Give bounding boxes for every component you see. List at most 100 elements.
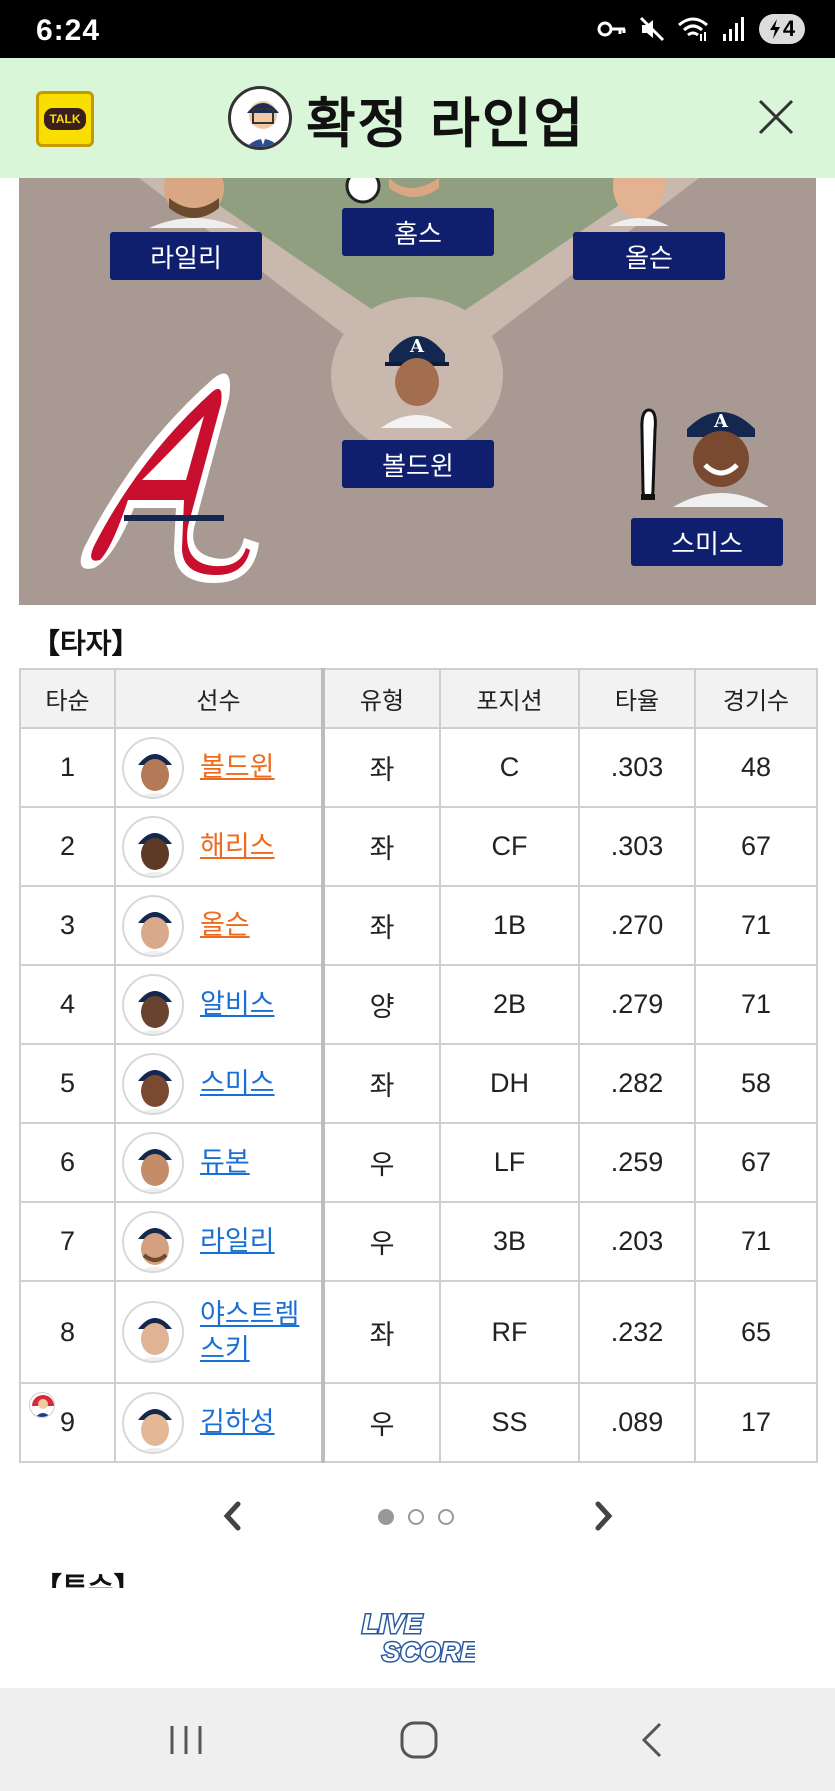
batting-order: 2: [19, 806, 116, 887]
table-header-row: 타순 선수 유형 포지션 타율 경기수: [19, 668, 818, 729]
player-name-link[interactable]: 해리스: [200, 829, 275, 864]
col-header-avg: 타율: [578, 668, 696, 729]
table-row: 3 올슨 좌 1B .270 71: [19, 885, 818, 966]
batting-order: 9: [59, 1407, 76, 1437]
position: CF: [439, 806, 580, 887]
player-thumbnail[interactable]: [122, 815, 184, 878]
live-score-line2: SCORE: [382, 1637, 475, 1664]
batting-order: 8: [19, 1280, 116, 1384]
player-photo-first-base: [609, 178, 669, 226]
table-row: 6 듀본 우 LF .259 67: [19, 1122, 818, 1203]
table-row: 4 알비스 양 2B .279 71: [19, 964, 818, 1045]
battery-charging-icon: 4: [759, 14, 805, 44]
batter-type: 우: [322, 1122, 441, 1203]
batting-order: 7: [19, 1201, 116, 1282]
batters-section-title: 【타자】: [32, 627, 140, 660]
player-photo-dh: A: [673, 411, 769, 507]
col-header-games: 경기수: [694, 668, 818, 729]
page-indicator: [378, 1509, 454, 1525]
col-header-order: 타순: [19, 668, 116, 729]
page-dot-2[interactable]: [408, 1509, 424, 1525]
batting-order: 5: [19, 1043, 116, 1124]
col-header-position: 포지션: [439, 668, 580, 729]
player-name-link[interactable]: 볼드윈: [200, 750, 275, 785]
close-icon[interactable]: [757, 98, 795, 136]
player-cell: 볼드윈: [114, 727, 325, 808]
status-icons: 4: [597, 12, 805, 46]
previous-page-chevron-icon[interactable]: [218, 1496, 248, 1536]
player-thumbnail[interactable]: [122, 973, 184, 1036]
recent-apps-icon[interactable]: [164, 1720, 208, 1760]
player-name-link[interactable]: 알비스: [200, 987, 275, 1022]
field-name-first-base: 올슨: [573, 232, 725, 280]
next-page-chevron-icon[interactable]: [588, 1496, 618, 1536]
pitchers-section-title: 【투수】: [34, 1571, 142, 1588]
table-row: 9 김하성 우 SS .089 17: [19, 1382, 818, 1463]
batting-order: 1: [19, 727, 116, 808]
player-name-link[interactable]: 야스트렘 스키: [200, 1297, 299, 1367]
player-name-link[interactable]: 스미스: [200, 1066, 275, 1101]
home-icon[interactable]: [397, 1720, 441, 1760]
player-thumbnail[interactable]: [122, 1210, 184, 1273]
player-photo-catcher: A: [381, 336, 453, 428]
batting-lineup-table: 타순 선수 유형 포지션 타율 경기수 1 볼드윈 좌 C .303 48 2 …: [19, 668, 818, 1463]
field-name-catcher: 볼드윈: [342, 440, 494, 488]
batting-average: .279: [578, 964, 696, 1045]
player-name-link[interactable]: 올슨: [200, 908, 250, 943]
batting-average: .270: [578, 885, 696, 966]
player-thumbnail[interactable]: [122, 1052, 184, 1115]
lineup-field-graphic: 라일리 홈스 올슨 A 볼드윈 A 스미스: [19, 178, 816, 605]
kakao-talk-button[interactable]: TALK: [36, 91, 94, 147]
status-bar: 6:24 4: [0, 0, 835, 58]
player-cell: 듀본: [114, 1122, 325, 1203]
batter-type: 우: [322, 1382, 441, 1463]
position: C: [439, 727, 580, 808]
player-cell: 해리스: [114, 806, 325, 887]
position: DH: [439, 1043, 580, 1124]
field-name-dh: 스미스: [631, 518, 783, 566]
page-dot-1[interactable]: [378, 1509, 394, 1525]
player-name-link[interactable]: 라일리: [200, 1224, 275, 1259]
field-name-third-base: 라일리: [110, 232, 262, 280]
system-navigation-bar: [0, 1688, 835, 1791]
table-row: 5 스미스 좌 DH .282 58: [19, 1043, 818, 1124]
player-thumbnail[interactable]: [122, 1131, 184, 1194]
player-name-line2: 스키: [200, 1334, 250, 1365]
page-title: 확정 라인업: [306, 91, 586, 155]
player-thumbnail[interactable]: [122, 894, 184, 957]
mute-icon: [639, 16, 665, 42]
player-cell: 김하성: [114, 1382, 325, 1463]
batter-type: 양: [322, 964, 441, 1045]
player-thumbnail[interactable]: [122, 1301, 184, 1363]
player-thumbnail[interactable]: [122, 1391, 184, 1454]
games-played: 71: [694, 885, 818, 966]
batting-average: .089: [578, 1382, 696, 1463]
svg-text:A: A: [713, 411, 729, 432]
player-cell: 알비스: [114, 964, 325, 1045]
games-played: 65: [694, 1280, 818, 1384]
position: 1B: [439, 885, 580, 966]
player-name-link[interactable]: 듀본: [200, 1145, 250, 1180]
batting-order: 3: [19, 885, 116, 966]
header-title-group: 확정 라인업: [228, 80, 585, 156]
batting-order: 4: [19, 964, 116, 1045]
korean-player-icon: [29, 1392, 55, 1418]
batter-type: 좌: [322, 885, 441, 966]
player-photo-third-base: [149, 178, 239, 228]
batting-order-cell: 9: [19, 1382, 116, 1463]
page-dot-3[interactable]: [438, 1509, 454, 1525]
back-icon[interactable]: [632, 1720, 676, 1760]
player-cell: 스미스: [114, 1043, 325, 1124]
svg-text:A: A: [409, 336, 425, 357]
col-header-player: 선수: [114, 668, 325, 729]
batting-average: .303: [578, 806, 696, 887]
batter-type: 좌: [322, 727, 441, 808]
table-row: 7 라일리 우 3B .203 71: [19, 1201, 818, 1282]
signal-icon: [723, 17, 744, 41]
player-thumbnail[interactable]: [122, 736, 184, 799]
table-row: 1 볼드윈 좌 C .303 48: [19, 727, 818, 808]
batting-average: .259: [578, 1122, 696, 1203]
vpn-key-icon: [597, 21, 626, 37]
player-cell: 올슨: [114, 885, 325, 966]
player-name-link[interactable]: 김하성: [200, 1405, 275, 1440]
